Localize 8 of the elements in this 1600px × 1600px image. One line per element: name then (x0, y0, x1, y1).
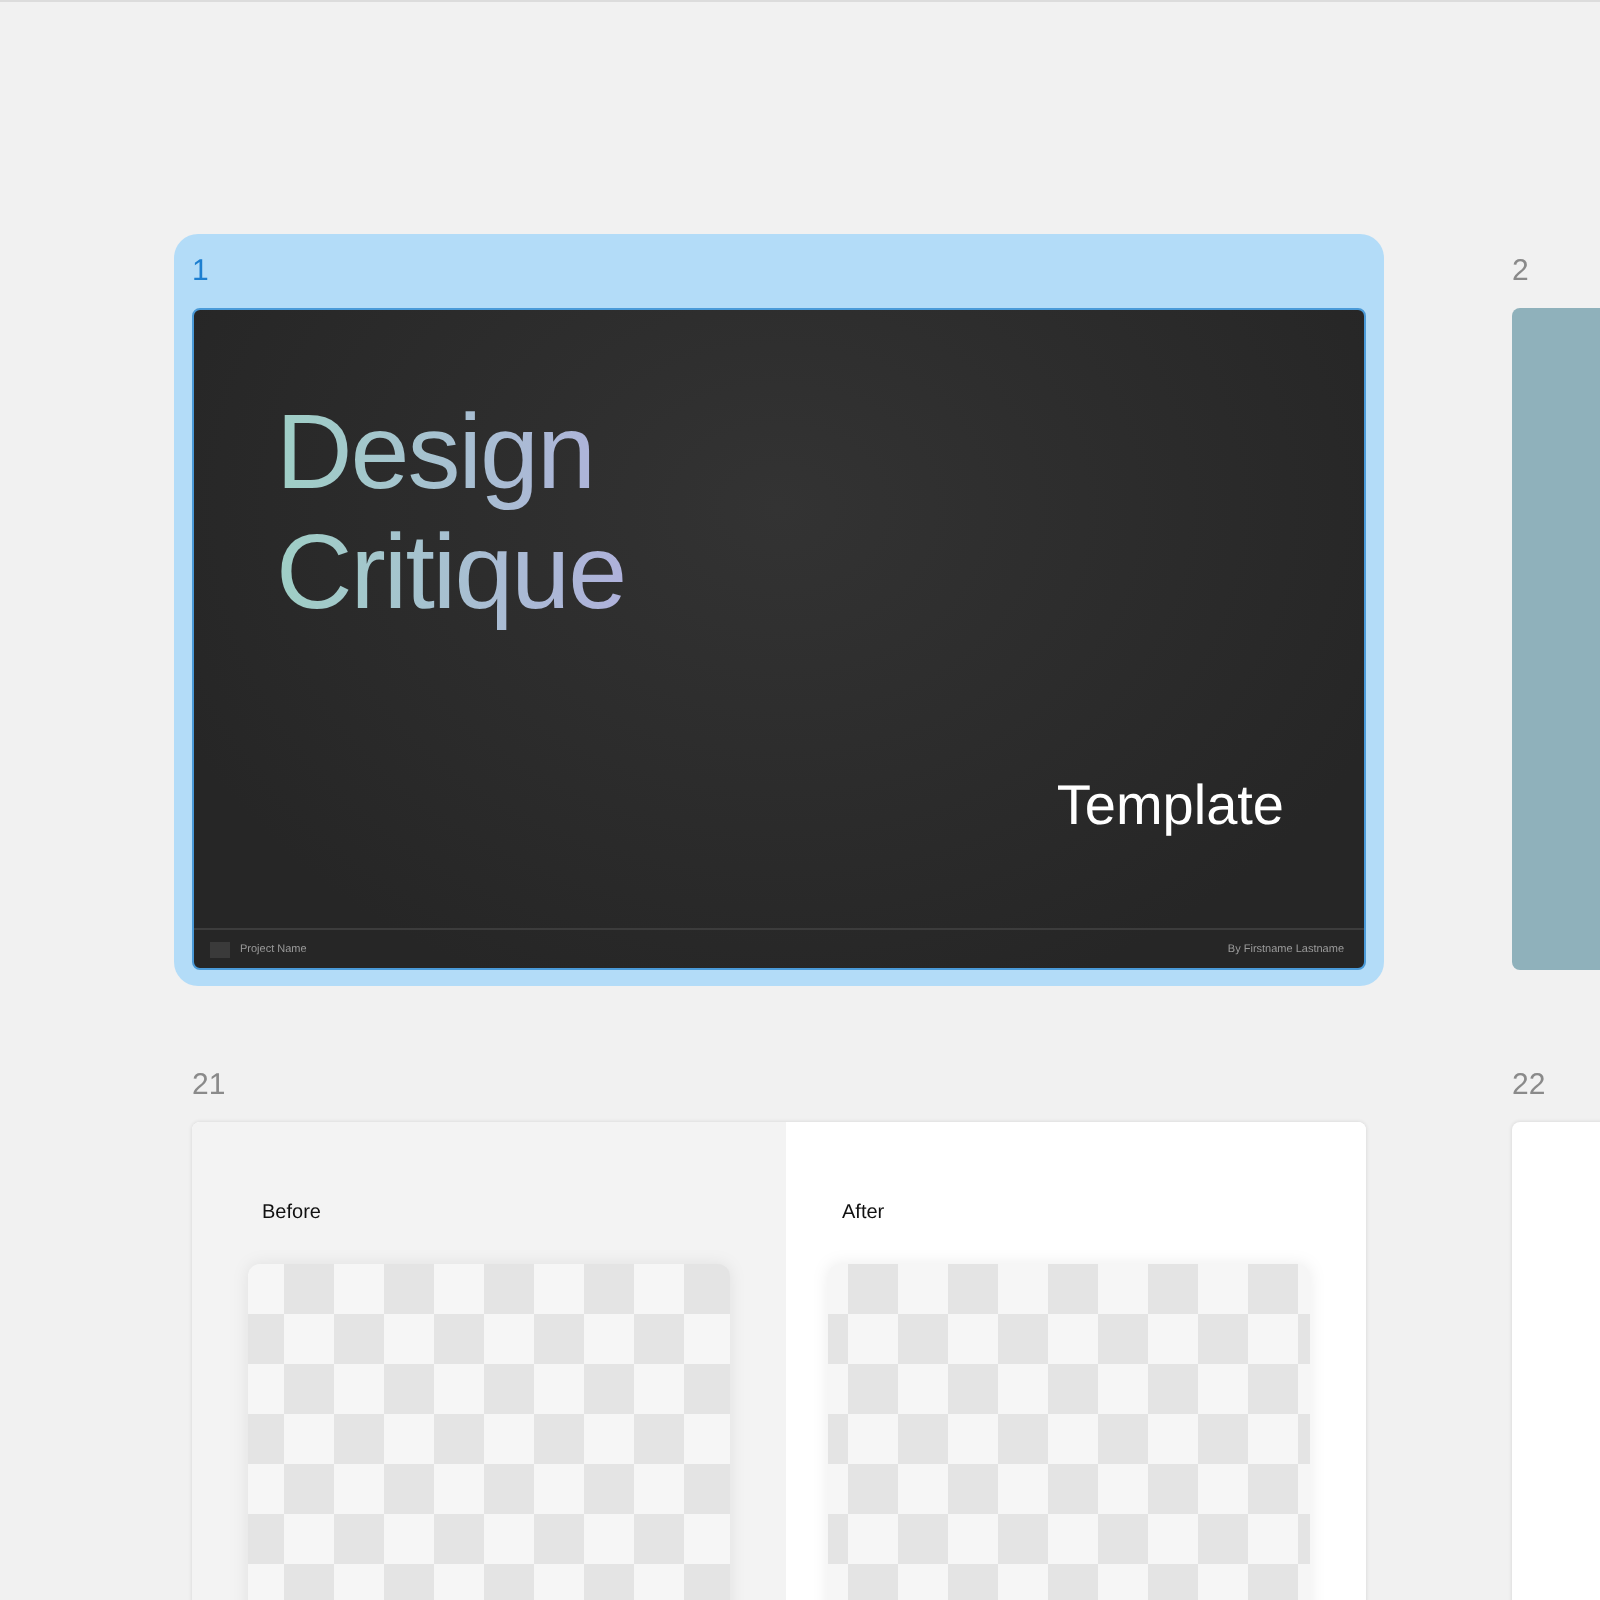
after-label: After (840, 1202, 887, 1224)
slide-number: 22 (1512, 1066, 1548, 1106)
slide-number: 1 (192, 252, 211, 292)
slide-thumbnail[interactable]: 21 Before After (174, 1048, 1384, 1600)
slide-number: 2 (1512, 252, 1531, 292)
before-label: Before (260, 1202, 323, 1224)
slide-subtitle: Template (1056, 774, 1284, 838)
slide-number: 21 (192, 1066, 228, 1106)
